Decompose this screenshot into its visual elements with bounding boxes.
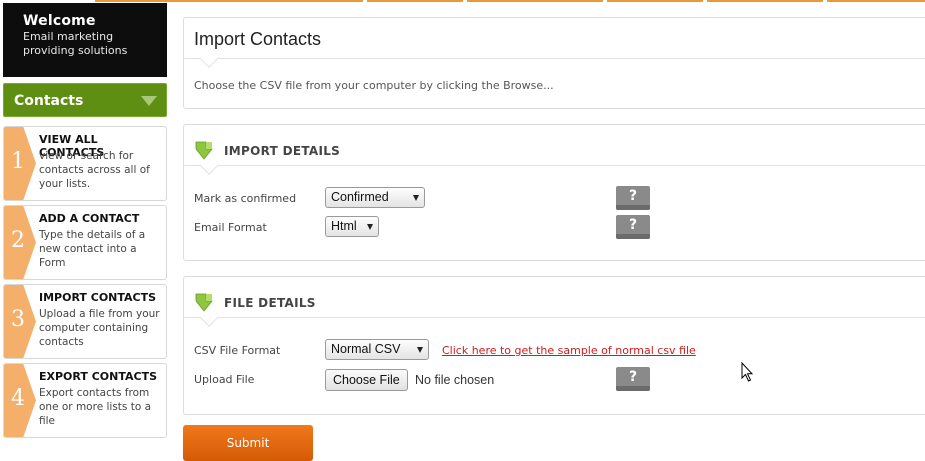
- choose-file-button[interactable]: Choose File: [325, 369, 408, 391]
- welcome-subtitle-1: Email marketing: [23, 30, 114, 43]
- step-description: view or search for contacts across all o…: [39, 150, 150, 190]
- chevron-down-icon: [413, 195, 419, 201]
- triangle-down-icon[interactable]: [141, 96, 157, 106]
- sidebar-step-import-contacts[interactable]: 3 IMPORT CONTACTS Upload a file from you…: [3, 284, 167, 359]
- page-description: Choose the CSV file from your computer b…: [194, 79, 554, 92]
- step-number: 1: [11, 149, 25, 174]
- sidebar-step-view-all-contacts[interactable]: 1 VIEW ALL CONTACTS view or search for c…: [3, 126, 167, 201]
- welcome-title: Welcome: [23, 13, 96, 29]
- no-file-chosen-text: No file chosen: [415, 373, 495, 387]
- file-details-panel: FILE DETAILS CSV File Format Normal CSV …: [183, 276, 925, 415]
- step-number: 3: [11, 307, 25, 332]
- chevron-down-icon: [367, 224, 373, 230]
- divider-notch: [199, 48, 219, 68]
- submit-button[interactable]: Submit: [183, 425, 313, 461]
- sample-csv-link[interactable]: Click here to get the sample of normal c…: [442, 344, 696, 357]
- step-number: 2: [11, 228, 25, 253]
- import-contacts-panel: Import Contacts Choose the CSV file from…: [183, 17, 925, 109]
- mark-confirmed-value: Confirmed: [331, 190, 389, 204]
- step-title[interactable]: IMPORT CONTACTS: [39, 291, 156, 304]
- question-mark-icon[interactable]: ?: [616, 186, 650, 210]
- mark-confirmed-label: Mark as confirmed: [194, 192, 297, 205]
- divider: [184, 58, 925, 59]
- mark-confirmed-select[interactable]: Confirmed: [325, 187, 425, 208]
- step-title[interactable]: ADD A CONTACT: [39, 212, 139, 225]
- upload-file-label: Upload File: [194, 373, 255, 386]
- step-title[interactable]: EXPORT CONTACTS: [39, 370, 157, 383]
- question-mark-icon[interactable]: ?: [616, 367, 650, 391]
- import-details-heading: IMPORT DETAILS: [224, 144, 341, 158]
- step-description: Upload a file from your computer contain…: [39, 308, 160, 348]
- top-nav-strip: [95, 0, 925, 3]
- file-details-heading: FILE DETAILS: [224, 296, 316, 310]
- email-format-label: Email Format: [194, 221, 267, 234]
- email-format-select[interactable]: Html: [325, 216, 379, 237]
- csv-format-select[interactable]: Normal CSV: [325, 339, 429, 360]
- contacts-header-label: Contacts: [14, 93, 84, 109]
- email-format-value: Html: [331, 219, 357, 233]
- csv-format-value: Normal CSV: [331, 342, 401, 356]
- step-number: 4: [11, 386, 25, 411]
- sidebar-step-add-contact[interactable]: 2 ADD A CONTACT Type the details of a ne…: [3, 205, 167, 280]
- sidebar-step-export-contacts[interactable]: 4 EXPORT CONTACTS Export contacts from o…: [3, 363, 167, 438]
- welcome-box: Welcome Email marketing providing soluti…: [3, 3, 167, 77]
- step-description: Type the details of a new contact into a…: [39, 229, 146, 269]
- divider: [184, 317, 925, 318]
- mouse-pointer-icon: [741, 362, 754, 382]
- contacts-menu-header[interactable]: Contacts: [3, 83, 167, 117]
- csv-format-label: CSV File Format: [194, 344, 281, 357]
- divider: [184, 165, 925, 166]
- welcome-subtitle-2: providing solutions: [23, 44, 128, 57]
- import-details-panel: IMPORT DETAILS Mark as confirmed Confirm…: [183, 124, 925, 261]
- page-title: Import Contacts: [194, 29, 322, 49]
- chevron-down-icon: [417, 347, 423, 353]
- question-mark-icon[interactable]: ?: [616, 215, 650, 239]
- step-description: Export contacts from one or more lists t…: [39, 387, 152, 427]
